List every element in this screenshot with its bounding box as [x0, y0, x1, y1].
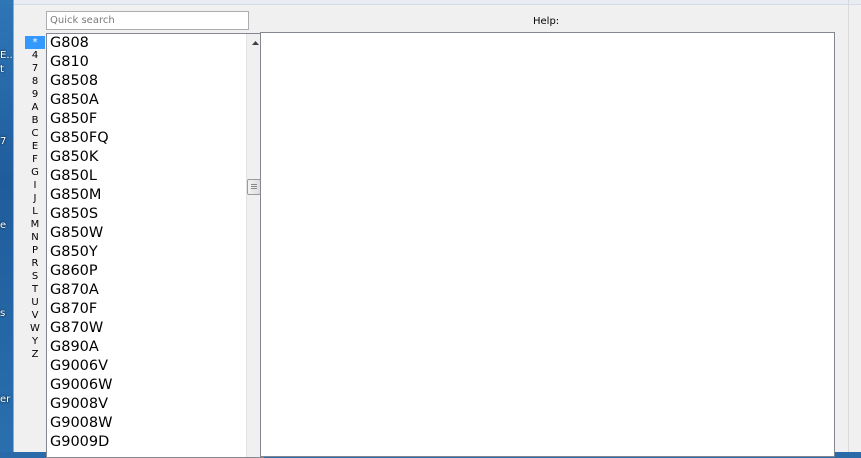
- alphabet-index-item[interactable]: E: [25, 140, 45, 153]
- alphabet-index-item[interactable]: *: [25, 36, 45, 49]
- alphabet-index-item[interactable]: 9: [25, 88, 45, 101]
- list-item[interactable]: G850A: [47, 91, 233, 110]
- desktop-text-fragment: er: [0, 394, 11, 405]
- alphabet-index-item[interactable]: V: [25, 309, 45, 322]
- list-item[interactable]: G9006V: [47, 357, 233, 376]
- list-item[interactable]: G810: [47, 53, 233, 72]
- alphabet-index-item[interactable]: B: [25, 114, 45, 127]
- list-item[interactable]: G9008W: [47, 414, 233, 433]
- list-item[interactable]: G850Y: [47, 243, 233, 262]
- alphabet-index-item[interactable]: A: [25, 101, 45, 114]
- alphabet-index-item[interactable]: U: [25, 296, 45, 309]
- model-list[interactable]: G808 G810 G8508 G850A G850F G850FQ G850K G850L G…: [46, 33, 264, 458]
- right-divider: [848, 0, 849, 452]
- alphabet-index-item[interactable]: N: [25, 231, 45, 244]
- list-item[interactable]: G890A: [47, 338, 233, 357]
- desktop-text-fragment: e: [0, 220, 7, 231]
- desktop-text-fragment: E..: [0, 50, 13, 61]
- alphabet-index-item[interactable]: 8: [25, 75, 45, 88]
- list-item[interactable]: G9008V: [47, 395, 233, 414]
- alphabet-index-item[interactable]: M: [25, 218, 45, 231]
- desktop-text-fragment: t: [0, 64, 4, 75]
- model-selector-window: Help: *4789ABCEFGIJLMNPRSTUVWYZ G808G810…: [13, 0, 861, 458]
- list-item[interactable]: G9006W: [47, 376, 233, 395]
- list-item[interactable]: G850K: [47, 148, 233, 167]
- alphabet-index-item[interactable]: 7: [25, 62, 45, 75]
- list-item[interactable]: G870A: [47, 281, 233, 300]
- desktop-background-strip: E.. t 7 e s er: [0, 0, 13, 452]
- list-item[interactable]: G8508: [47, 72, 233, 91]
- desktop-text-fragment: s: [0, 308, 6, 319]
- alphabet-index-item[interactable]: C: [25, 127, 45, 140]
- list-item[interactable]: G870F: [47, 300, 233, 319]
- list-item[interactable]: G850M: [47, 186, 233, 205]
- alphabet-index-item[interactable]: R: [25, 257, 45, 270]
- help-panel: [260, 32, 835, 457]
- list-item[interactable]: G860P: [47, 262, 233, 281]
- alphabet-index: * 4 7 8 9 A B C E F G I J L M N P R S T U V W Y Z: [25, 36, 45, 361]
- alphabet-index-item[interactable]: T: [25, 283, 45, 296]
- alphabet-index-item[interactable]: 4: [25, 49, 45, 62]
- alphabet-index-item[interactable]: Y: [25, 335, 45, 348]
- help-label: Help:: [533, 16, 560, 27]
- alphabet-index-item[interactable]: I: [25, 179, 45, 192]
- alphabet-index-item[interactable]: P: [25, 244, 45, 257]
- window-top-edge: [14, 0, 861, 5]
- model-list-items: G808 G810 G8508 G850A G850F G850FQ G850K G850L G…: [47, 34, 233, 452]
- alphabet-index-item[interactable]: S: [25, 270, 45, 283]
- scroll-thumb[interactable]: [247, 179, 261, 195]
- chevron-up-icon: [251, 40, 259, 45]
- quick-search-input[interactable]: [46, 11, 249, 30]
- alphabet-index-item[interactable]: Z: [25, 348, 45, 361]
- list-item[interactable]: G808: [47, 34, 233, 53]
- list-item[interactable]: G850S: [47, 205, 233, 224]
- alphabet-index-item[interactable]: J: [25, 192, 45, 205]
- alphabet-index-item[interactable]: F: [25, 153, 45, 166]
- list-item[interactable]: G850FQ: [47, 129, 233, 148]
- alphabet-index-item[interactable]: W: [25, 322, 45, 335]
- alphabet-index-item[interactable]: G: [25, 166, 45, 179]
- list-item[interactable]: G850L: [47, 167, 233, 186]
- list-item[interactable]: G870W: [47, 319, 233, 338]
- alphabet-index-item[interactable]: L: [25, 205, 45, 218]
- list-item[interactable]: G9009D: [47, 433, 233, 452]
- desktop-text-fragment: 7: [0, 136, 7, 147]
- list-item[interactable]: G850W: [47, 224, 233, 243]
- list-item[interactable]: G850F: [47, 110, 233, 129]
